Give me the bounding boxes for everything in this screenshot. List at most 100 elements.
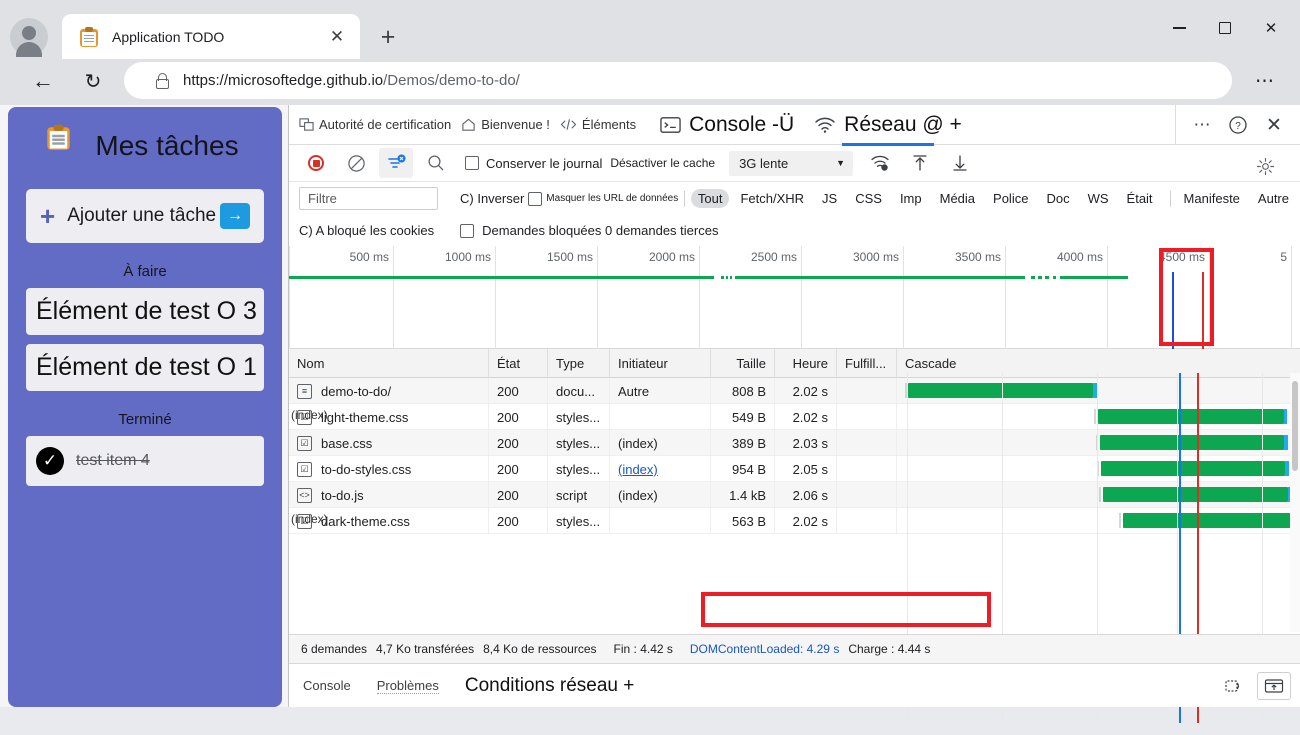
screen-root: Application TODO ✕ + ✕ ← ↻ https://micro… [0,0,1300,723]
devtools-drawer: Console Problèmes Conditions réseau + [289,663,1300,707]
type-filter-ws[interactable]: WS [1081,189,1116,208]
load-marker [1202,272,1204,349]
type-filter-imp[interactable]: Imp [893,189,929,208]
back-icon[interactable]: ← [26,64,60,98]
filter-input[interactable]: Filtre [299,187,438,210]
list-item[interactable]: Élément de test O 1 [26,344,264,391]
list-item[interactable]: Élément de test O 3 [26,288,264,335]
drawer-tab-network-conditions[interactable]: Conditions réseau + [465,675,635,697]
cell-time: 2.06 s [775,482,837,508]
plus-icon: + [40,200,56,231]
column-header-etat[interactable]: État [489,349,548,378]
throttle-select[interactable]: 3G lente ▼ [729,150,854,176]
drawer-tab-console[interactable]: Console [303,678,351,693]
export-icon[interactable] [943,148,977,178]
tab-console[interactable]: Console -Ü [660,113,794,137]
type-filter-police[interactable]: Police [986,189,1035,208]
type-filter-fetch-xhr[interactable]: Fetch/XHR [733,189,811,208]
tab-label: Bienvenue ! [481,117,550,132]
hide-data-urls-checkbox[interactable] [528,191,543,206]
tab-certification-authority[interactable]: Autorité de certification [299,117,451,132]
record-icon[interactable] [299,148,333,178]
timeline-tick: 4000 ms [1056,250,1103,264]
column-header-cascade[interactable]: Cascade [897,349,1291,378]
hide-data-urls-label: Masquer les URL de données [546,193,679,204]
task-label: Élément de test O 3 [36,297,257,325]
tab-welcome[interactable]: Bienvenue ! [461,117,550,132]
cell-fulfilled [837,482,897,508]
browser-tab[interactable]: Application TODO ✕ [62,14,360,59]
blocked-requests-checkbox[interactable] [460,223,475,238]
type-filter-tout[interactable]: Tout [690,189,730,208]
cell-type: styles... [548,430,610,456]
type-filter-manifeste[interactable]: Manifeste [1177,189,1247,208]
filter-icon[interactable] [379,148,413,178]
cell-time: 2.02 s [775,378,837,404]
blocked-cookies-label[interactable]: C) A bloqué les cookies [299,223,434,238]
table-row[interactable]: (index) ☑ light-theme.css 200 styles... … [289,404,1300,430]
column-header-heure[interactable]: Heure [775,349,837,378]
console-icon [660,116,681,134]
column-header-nom[interactable]: Nom [289,349,489,378]
address-bar[interactable]: https://microsoftedge.github.io/Demos/de… [124,62,1232,99]
help-icon[interactable]: ? [1220,109,1256,141]
waterfall-scrollbar[interactable] [1290,373,1300,632]
timeline-tick: 4500 ms [1158,250,1205,264]
network-overview-timeline[interactable]: 500 ms 1000 ms 1500 ms 2000 ms 2500 ms 3… [289,246,1300,349]
close-icon[interactable]: ✕ [324,24,350,50]
cell-waterfall [897,508,1291,534]
column-header-fulfilled[interactable]: Fulfill... [837,349,897,378]
browser-more-icon[interactable]: ⋯ [1248,68,1282,94]
check-icon[interactable]: ✓ [36,447,64,475]
type-filter-autre[interactable]: Autre [1251,189,1296,208]
cell-name: (index) ☑ light-theme.css [289,404,489,430]
table-row[interactable]: ☑ base.css 200 styles... (index) 389 B 2… [289,430,1300,456]
table-row[interactable]: ≡ demo-to-do/ 200 docu... Autre 808 B 2.… [289,378,1300,404]
disable-cache-label[interactable]: Désactiver le cache [610,156,715,170]
gear-icon[interactable] [1248,151,1282,181]
cell-initiator[interactable]: (index) [610,456,711,482]
close-devtools-icon[interactable]: ✕ [1256,109,1292,141]
maximize-button[interactable] [1202,12,1248,44]
new-tab-button[interactable]: + [373,22,403,52]
column-header-type[interactable]: Type [548,349,610,378]
preserve-log-checkbox[interactable]: Conserver le journal [465,156,602,171]
profile-avatar[interactable] [10,18,48,57]
tab-network[interactable]: Réseau @ + [814,113,962,146]
clear-icon[interactable] [339,148,373,178]
add-task-submit-button[interactable]: → [220,203,250,229]
column-header-initiateur[interactable]: Initiateur [610,349,711,378]
wifi-settings-icon[interactable] [863,148,897,178]
window-controls: ✕ [1156,12,1294,44]
drawer-tab-problems[interactable]: Problèmes [376,678,439,694]
reload-icon[interactable]: ↻ [76,64,110,98]
table-row[interactable]: <> to-do.js 200 script (index) 1.4 kB 2.… [289,482,1300,508]
window-close-button[interactable]: ✕ [1248,12,1294,44]
type-filter-etait[interactable]: Était [1120,189,1160,208]
url-path: /Demos/demo-to-do/ [383,72,520,89]
initiator-link[interactable]: (index) [618,462,658,477]
more-icon[interactable]: ⋯ [1184,109,1220,141]
type-filter-media[interactable]: Média [933,189,982,208]
table-row[interactable]: (index) ☑ dark-theme.css 200 styles... 5… [289,508,1300,534]
devtools-tabbar-actions: ⋯ ? ✕ [1175,105,1300,145]
cell-status: 200 [489,482,548,508]
tab-elements[interactable]: Éléments [560,117,636,132]
table-row[interactable]: ☑ to-do-styles.css 200 styles... (index)… [289,456,1300,482]
scrollbar-thumb[interactable] [1292,381,1298,471]
list-item[interactable]: ✓ test item 4 [26,436,264,486]
add-task-input[interactable]: + Ajouter une tâche → [26,189,264,243]
clipboard-icon [47,124,86,168]
restore-drawer-icon[interactable] [1217,672,1251,700]
type-filter-doc[interactable]: Doc [1039,189,1076,208]
column-header-taille[interactable]: Taille [711,349,775,378]
invert-label[interactable]: C) Inverser [460,191,524,206]
dock-panel-icon[interactable] [1257,671,1291,700]
minimize-button[interactable] [1156,12,1202,44]
overview-activity-band [289,276,1300,280]
type-filter-js[interactable]: JS [815,189,844,208]
type-filter-css[interactable]: CSS [848,189,889,208]
cell-size: 389 B [711,430,775,456]
import-icon[interactable] [903,148,937,178]
search-icon[interactable] [419,148,453,178]
